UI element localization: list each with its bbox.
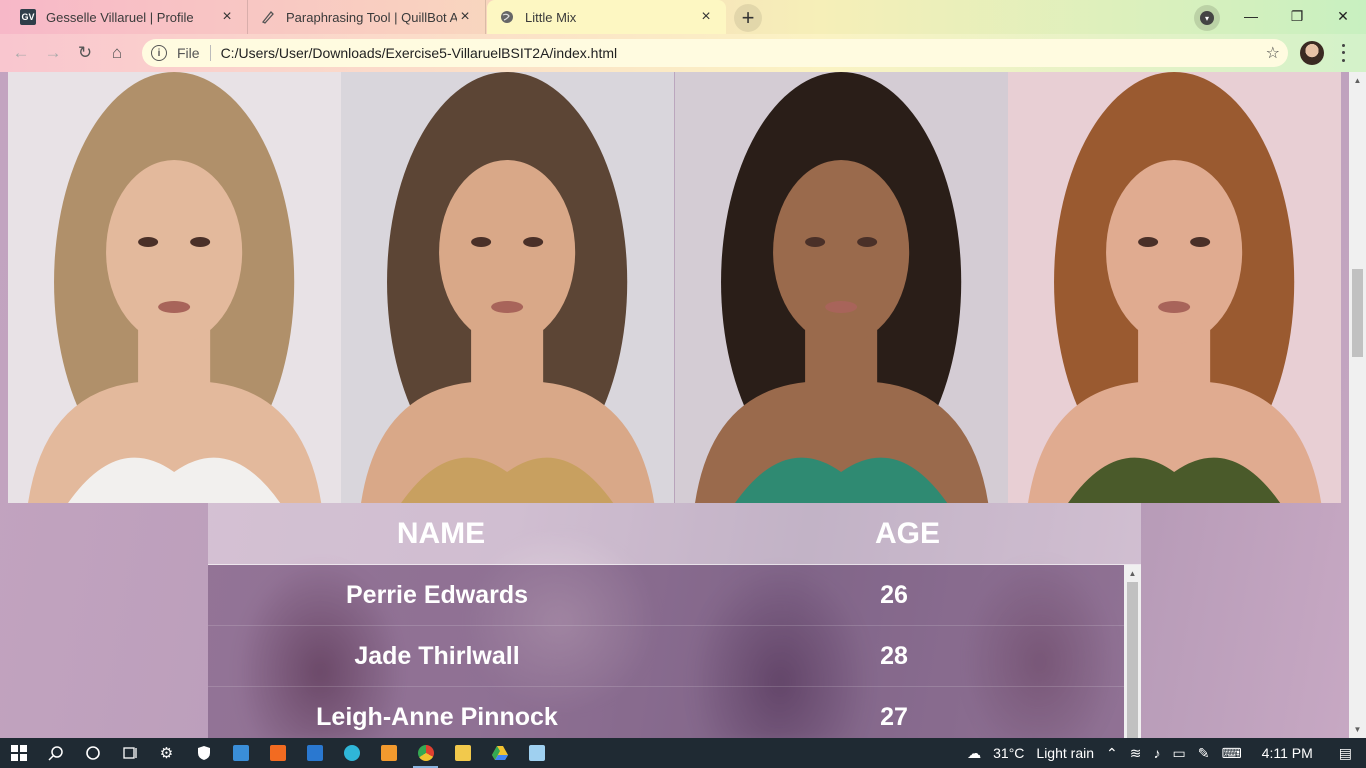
tab-profile[interactable]: GV Gesselle Villaruel | Profile × xyxy=(8,0,248,34)
page-viewport: NAME AGE Perrie Edwards 26 Jade Thirlwal… xyxy=(0,72,1366,738)
scrollbar-thumb[interactable] xyxy=(1352,269,1363,357)
sublime-text-icon[interactable] xyxy=(370,738,407,768)
scheme-label: File xyxy=(177,45,200,61)
notification-icon[interactable]: ▤ xyxy=(1339,745,1352,762)
quill-icon xyxy=(260,9,276,25)
table-scrollbar[interactable]: ▲ xyxy=(1124,565,1141,738)
cell-name: Perrie Edwards xyxy=(345,580,529,609)
desktop-app-icon[interactable] xyxy=(222,738,259,768)
member-photo xyxy=(341,72,675,503)
tab-title: Little Mix xyxy=(525,9,577,25)
profile-avatar[interactable] xyxy=(1300,41,1324,65)
google-drive-icon[interactable] xyxy=(481,738,518,768)
pen-icon[interactable]: ✎ xyxy=(1198,745,1210,762)
mail-icon[interactable] xyxy=(296,738,333,768)
close-tab-icon[interactable]: × xyxy=(219,8,235,25)
column-header-name: NAME xyxy=(396,516,486,550)
cell-name: Jade Thirlwall xyxy=(354,641,520,670)
weather-temp[interactable]: 31°C xyxy=(993,745,1024,761)
kebab-menu-icon[interactable] xyxy=(1336,42,1350,64)
cell-age: 26 xyxy=(880,580,908,609)
cell-age: 28 xyxy=(880,641,908,670)
cell-age: 27 xyxy=(880,702,908,731)
browser-tab-strip: GV Gesselle Villaruel | Profile × Paraph… xyxy=(0,0,1366,34)
table-row: Perrie Edwards 26 xyxy=(208,565,1141,626)
member-photo-strip xyxy=(8,72,1341,503)
reload-button[interactable]: ↻ xyxy=(72,40,98,66)
notepad-icon[interactable] xyxy=(518,738,555,768)
clock[interactable]: 4:11 PM xyxy=(1262,745,1313,761)
tab-title: Paraphrasing Tool | QuillBot AI xyxy=(286,9,457,25)
edge-icon[interactable] xyxy=(333,738,370,768)
wifi-icon[interactable]: ≋ xyxy=(1130,745,1142,762)
battery-icon[interactable]: ▭ xyxy=(1172,745,1185,762)
weather-condition[interactable]: Light rain xyxy=(1036,745,1094,761)
scroll-up-arrow-icon[interactable]: ▲ xyxy=(1124,565,1141,582)
file-explorer-icon[interactable] xyxy=(444,738,481,768)
minimize-button[interactable]: — xyxy=(1228,0,1274,32)
new-tab-button[interactable]: + xyxy=(734,4,762,32)
chrome-icon[interactable] xyxy=(407,738,444,768)
address-bar[interactable]: i File C:/Users/User/Downloads/Exercise5… xyxy=(142,39,1288,67)
scroll-down-arrow-icon[interactable]: ▼ xyxy=(1349,721,1366,738)
table-body[interactable]: Perrie Edwards 26 Jade Thirlwall 28 Leig… xyxy=(208,565,1141,738)
xampp-icon[interactable] xyxy=(259,738,296,768)
close-tab-icon[interactable]: × xyxy=(457,8,473,25)
cortana-icon[interactable] xyxy=(74,738,111,768)
settings-gear-icon[interactable]: ⚙ xyxy=(148,738,185,768)
tab-title: Gesselle Villaruel | Profile xyxy=(46,9,194,25)
security-shield-icon[interactable] xyxy=(185,738,222,768)
windows-taskbar: ⚙ ☁ 31°C Light rain ⌃ ≋ ♪ ▭ ✎ ⌨ 4:11 PM … xyxy=(0,738,1366,768)
system-tray: ☁ 31°C Light rain ⌃ ≋ ♪ ▭ ✎ ⌨ 4:11 PM ▤ xyxy=(961,738,1366,768)
info-icon[interactable]: i xyxy=(151,45,167,61)
scroll-up-arrow-icon[interactable]: ▲ xyxy=(1349,72,1366,89)
volume-icon[interactable]: ♪ xyxy=(1153,745,1160,761)
weather-cloud-icon: ☁ xyxy=(967,744,982,761)
tab-search-button[interactable]: ▾ xyxy=(1194,5,1220,31)
globe-icon xyxy=(499,9,515,25)
browser-toolbar: ← → ↻ ⌂ i File C:/Users/User/Downloads/E… xyxy=(0,34,1366,72)
restore-button[interactable]: ❐ xyxy=(1274,0,1320,32)
scrollbar-thumb[interactable] xyxy=(1127,582,1138,738)
chevron-down-icon: ▾ xyxy=(1200,11,1214,25)
close-tab-icon[interactable]: × xyxy=(698,8,714,25)
separator xyxy=(209,45,211,61)
keyboard-icon[interactable]: ⌨ xyxy=(1221,745,1241,762)
member-photo xyxy=(1007,72,1341,503)
member-photo xyxy=(674,72,1008,503)
tab-little-mix[interactable]: Little Mix × xyxy=(487,0,726,34)
back-button[interactable]: ← xyxy=(8,40,34,66)
close-window-button[interactable]: ✕ xyxy=(1320,0,1366,32)
table-header: NAME AGE xyxy=(208,503,1141,565)
cell-name: Leigh-Anne Pinnock xyxy=(316,702,558,731)
member-photo xyxy=(8,72,342,503)
tab-quillbot[interactable]: Paraphrasing Tool | QuillBot AI × xyxy=(248,0,486,34)
page-scrollbar[interactable]: ▲ ▼ xyxy=(1349,72,1366,738)
url-text[interactable]: C:/Users/User/Downloads/Exercise5-Villar… xyxy=(221,45,1266,61)
windows-start-icon[interactable] xyxy=(0,738,37,768)
table-row: Jade Thirlwall 28 xyxy=(208,626,1141,687)
members-table: NAME AGE Perrie Edwards 26 Jade Thirlwal… xyxy=(208,503,1141,738)
home-button[interactable]: ⌂ xyxy=(104,40,130,66)
forward-button[interactable]: → xyxy=(40,40,66,66)
column-header-age: AGE xyxy=(874,516,940,550)
task-view-icon[interactable] xyxy=(111,738,148,768)
gv-favicon-icon: GV xyxy=(20,9,36,25)
search-icon[interactable] xyxy=(37,738,74,768)
bookmark-star-icon[interactable]: ☆ xyxy=(1266,43,1280,63)
table-row: Leigh-Anne Pinnock 27 xyxy=(208,687,1141,738)
chevron-up-icon[interactable]: ⌃ xyxy=(1106,745,1118,762)
